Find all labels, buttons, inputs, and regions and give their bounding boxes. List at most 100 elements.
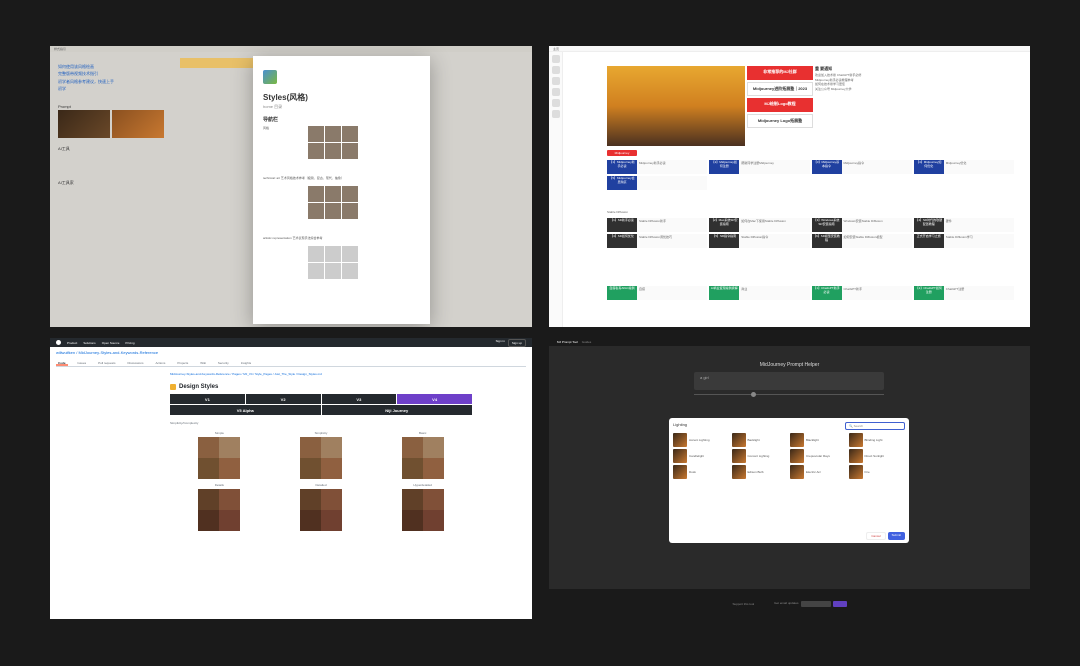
tab-code[interactable]: Code <box>56 360 68 366</box>
sidebar-icon[interactable] <box>552 88 560 96</box>
course-card[interactable]: 【1】ChatGPT新手必读ChatGPT新手 <box>812 286 912 300</box>
lighting-option[interactable]: Blinding Light <box>849 433 906 447</box>
course-card[interactable]: 【6】SD模型安装教程如何安装Stable Diffusion模型 <box>812 234 912 248</box>
tab-pulls[interactable]: Pull requests <box>96 360 117 366</box>
tab-discussions[interactable]: Discussions <box>126 360 146 366</box>
style-thumb[interactable] <box>325 246 341 262</box>
lighting-option[interactable]: Blacklight <box>790 433 847 447</box>
tab-actions[interactable]: Actions <box>154 360 168 366</box>
lighting-option[interactable]: Direct Sunlight <box>849 449 906 463</box>
repo-name[interactable]: willwulfken / MidJourney-Styles-and-Keyw… <box>56 350 158 355</box>
course-card[interactable]: 【5】SD指令指南Stable Diffusion指令 <box>709 234 809 248</box>
sidebar-icon[interactable] <box>552 55 560 63</box>
news-item[interactable]: 关注公众号 Midjourney大学 <box>815 87 875 92</box>
course-card[interactable]: 【3】Midjourney基本指令Midjourney指令 <box>812 160 912 174</box>
prompt-input[interactable]: a girl <box>694 372 884 390</box>
style-thumb[interactable] <box>342 263 358 279</box>
signin-link[interactable]: Sign in <box>496 339 505 347</box>
course-card[interactable]: 【5】Midjourney会员购买 <box>607 176 707 190</box>
gh-nav-pricing[interactable]: Pricing <box>125 341 134 345</box>
style-thumb[interactable] <box>342 246 358 262</box>
submit-button[interactable]: Submit <box>888 532 905 540</box>
lighting-option[interactable]: Crepuscular Rays <box>790 449 847 463</box>
style-thumb[interactable] <box>325 143 341 159</box>
tab-insights[interactable]: Insights <box>239 360 253 366</box>
course-card[interactable]: 【4】Midjourney如何优化Midjourney优化 <box>914 160 1014 174</box>
course-card[interactable]: AI商业变现案例拆解商业 <box>709 286 809 300</box>
course-card[interactable]: 【2】Midjourney如何注册帮助同学注册Midjourney <box>709 160 809 174</box>
style-thumb[interactable] <box>308 246 324 262</box>
signup-button[interactable]: Sign up <box>508 339 526 347</box>
style-thumb[interactable] <box>308 203 324 219</box>
style-thumb[interactable] <box>342 143 358 159</box>
course-card[interactable]: 【1】Midjourney新手必读Midjourney新手必读 <box>607 160 707 174</box>
lighting-option[interactable]: Candlelight <box>673 449 730 463</box>
github-logo-icon[interactable] <box>56 340 61 345</box>
tab-security[interactable]: Security <box>216 360 231 366</box>
course-card[interactable]: 【2】Mac系统SD安装指南如何在Mac下使用Stable Diffusion <box>709 218 809 232</box>
tab-issues[interactable]: Issues <box>76 360 89 366</box>
home-link[interactable]: 主页 <box>553 47 559 51</box>
sidebar-link[interactable]: 完整版带视频技术指引 <box>58 71 138 77</box>
sidebar-icon[interactable] <box>552 77 560 85</box>
style-thumb[interactable] <box>342 126 358 142</box>
banner-item[interactable]: Midjourney进阶拓展塾｜2023 <box>747 82 813 96</box>
style-thumb[interactable] <box>325 186 341 202</box>
tab-wiki[interactable]: Wiki <box>198 360 208 366</box>
tab-guides[interactable]: Guides <box>582 340 592 344</box>
email-input[interactable] <box>801 601 831 607</box>
course-card[interactable]: 【4】SD时代的软硬配置教程硬件 <box>914 218 1014 232</box>
style-image[interactable] <box>300 437 342 479</box>
gh-nav-solutions[interactable]: Solutions <box>83 341 95 345</box>
slider-handle[interactable] <box>751 392 756 397</box>
tab-projects[interactable]: Projects <box>175 360 190 366</box>
lighting-option[interactable]: Fire <box>849 465 906 479</box>
style-thumb[interactable] <box>342 186 358 202</box>
banner-item[interactable]: MJ绘制Logo教程 <box>747 98 813 112</box>
sample-image[interactable] <box>58 110 110 138</box>
style-thumb[interactable] <box>325 263 341 279</box>
style-thumb[interactable] <box>325 126 341 142</box>
sidebar-link[interactable]: 如何使用该风格绘画 <box>58 64 138 70</box>
sidebar-link[interactable]: 初学者风格参考建议，快速上手 <box>58 79 138 85</box>
lighting-option[interactable]: Concert Lighting <box>732 449 789 463</box>
lighting-option[interactable]: Dusk <box>673 465 730 479</box>
gh-nav-product[interactable]: Product <box>67 341 77 345</box>
tab-prompt-tool[interactable]: MJ Prompt Tool <box>553 339 582 345</box>
lighting-option[interactable]: Accent Lighting <box>673 433 730 447</box>
style-thumb[interactable] <box>308 143 324 159</box>
course-card[interactable]: 【3】Windows系统SD安装指南Windows安装Stable Diffus… <box>812 218 912 232</box>
style-thumb[interactable] <box>308 126 324 142</box>
course-card[interactable]: 【2】ChatGPT如何注册ChatGPT注册 <box>914 286 1014 300</box>
lighting-option[interactable]: Electric Arc <box>790 465 847 479</box>
gh-nav-opensource[interactable]: Open Source <box>102 341 120 345</box>
style-image[interactable] <box>402 437 444 479</box>
version-v1[interactable]: V1 <box>170 394 245 404</box>
banner-item[interactable]: 非常推荐的MJ社群 <box>747 66 813 80</box>
lighting-option[interactable]: Edison Bulb <box>732 465 789 479</box>
style-thumb[interactable] <box>325 203 341 219</box>
course-card[interactable]: 【1】SD新手必读Stable Diffusion新手 <box>607 218 707 232</box>
style-image[interactable] <box>300 489 342 531</box>
cancel-button[interactable]: Cancel <box>866 532 885 540</box>
version-niji[interactable]: Niji Journey <box>322 405 473 415</box>
sidebar-icon[interactable] <box>552 110 560 118</box>
sidebar-icon[interactable] <box>552 66 560 74</box>
sidebar-icon[interactable] <box>552 99 560 107</box>
breadcrumb[interactable]: MidJourney-Styles-and-Keywords-Reference… <box>170 372 472 376</box>
support-link[interactable]: Support this tool <box>732 602 754 606</box>
sidebar-link[interactable]: 初学 <box>58 86 138 92</box>
banner-item[interactable]: Midjourney Logo拓展塾 <box>747 114 813 128</box>
version-v5alpha[interactable]: V5 Alpha <box>170 405 321 415</box>
version-v4[interactable]: V4 <box>397 394 472 404</box>
style-image[interactable] <box>402 489 444 531</box>
style-thumb[interactable] <box>308 186 324 202</box>
version-v3[interactable]: V3 <box>322 394 397 404</box>
style-thumb[interactable] <box>342 203 358 219</box>
style-thumb[interactable] <box>308 263 324 279</box>
course-card[interactable]: 【4】SD如何优化Stable Diffusion调优技巧 <box>607 234 707 248</box>
style-image[interactable] <box>198 489 240 531</box>
weight-slider[interactable] <box>694 392 884 397</box>
lighting-option[interactable]: Backlight <box>732 433 789 447</box>
style-image[interactable] <box>198 437 240 479</box>
